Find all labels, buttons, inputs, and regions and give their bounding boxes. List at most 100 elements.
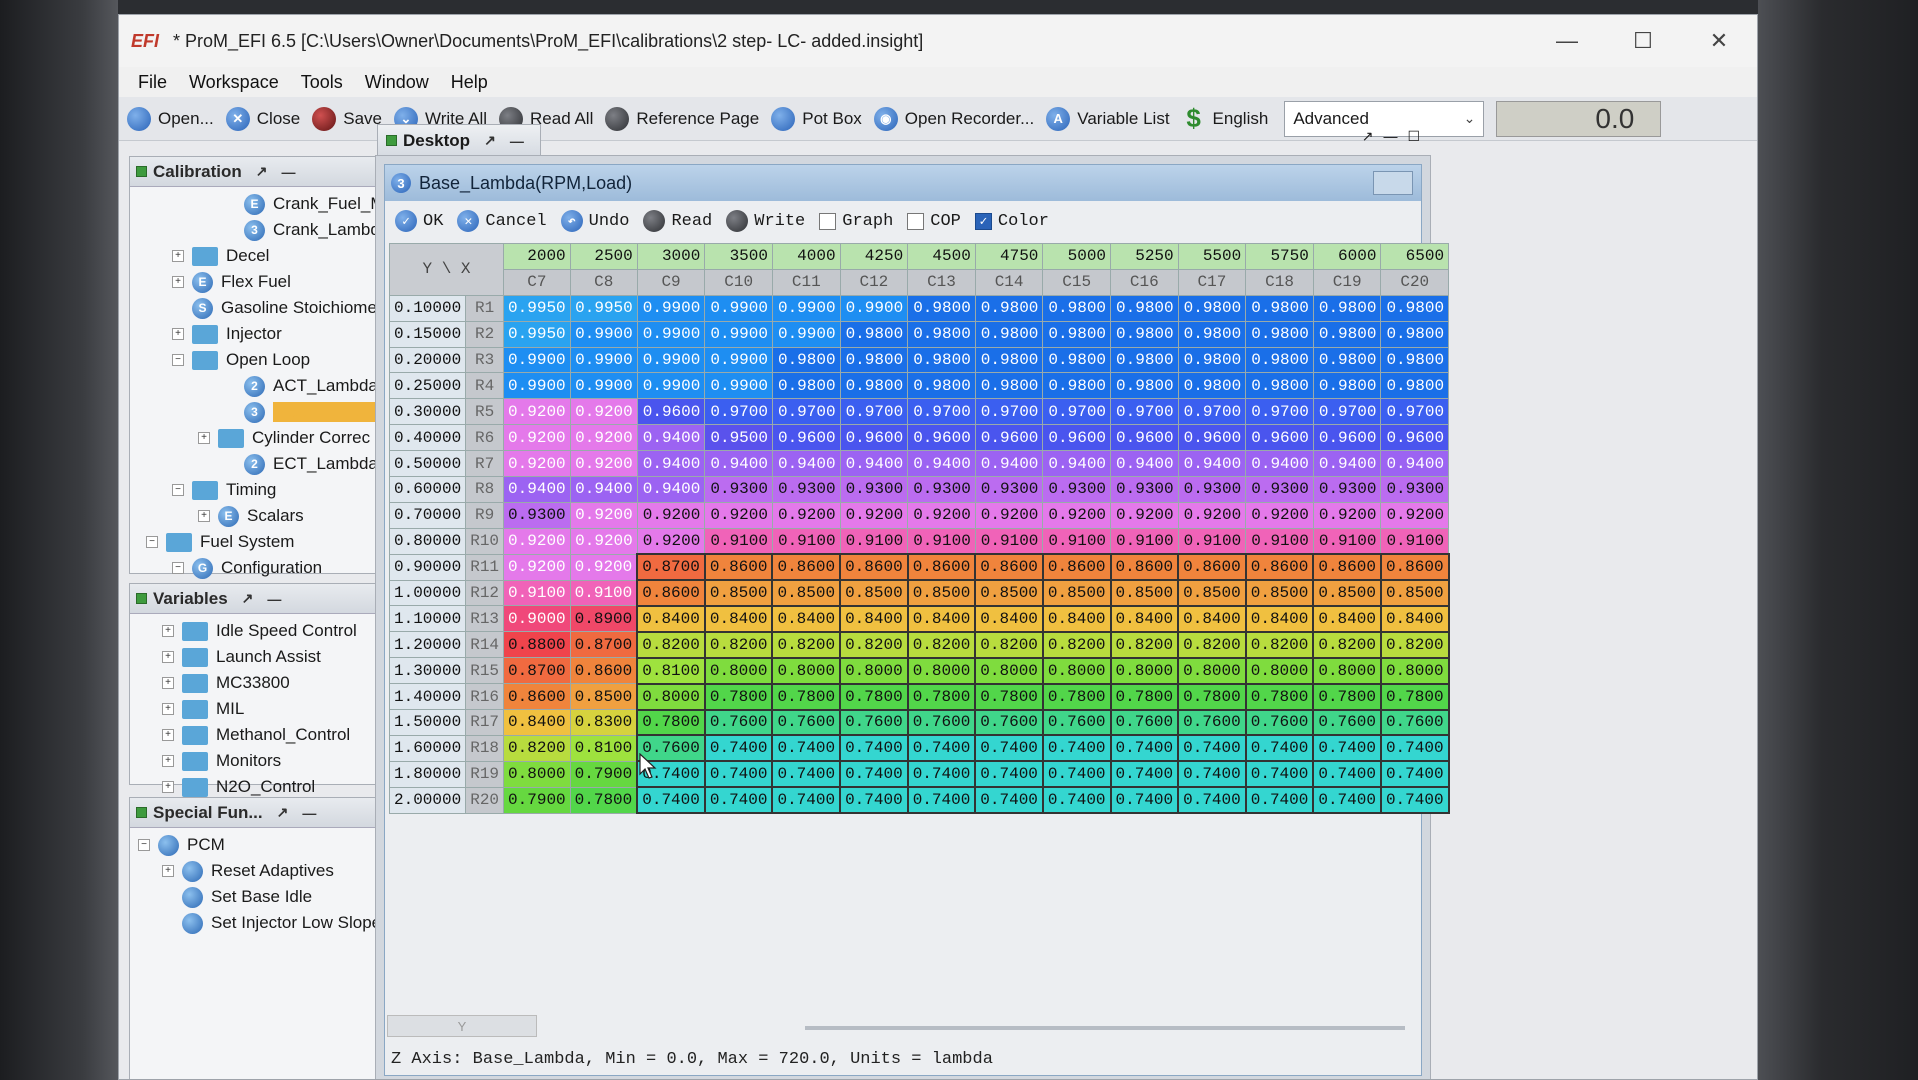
row-header-load[interactable]: 1.40000 — [388, 683, 467, 711]
table-cell[interactable]: 0.7800 — [839, 682, 909, 711]
table-cell[interactable]: 0.7400 — [771, 760, 842, 789]
row-header-load[interactable]: 0.60000 — [388, 476, 467, 503]
table-cell[interactable]: 0.9300 — [907, 476, 976, 503]
minimize-button[interactable]: — — [1529, 15, 1605, 67]
table-cell[interactable]: 0.9600 — [1177, 424, 1247, 452]
row-header-load[interactable]: 1.80000 — [388, 760, 467, 788]
column-header-rpm[interactable]: 3000 — [636, 243, 706, 270]
table-cell[interactable]: 0.9300 — [1042, 476, 1112, 503]
table-cell[interactable]: 0.8400 — [1109, 604, 1180, 633]
table-cell[interactable]: 0.7400 — [636, 786, 706, 815]
table-cell[interactable]: 0.9800 — [974, 320, 1044, 348]
collapse-icon[interactable]: — — [267, 591, 281, 607]
table-cell[interactable]: 0.8200 — [1379, 630, 1450, 659]
table-cell[interactable]: 0.8100 — [569, 734, 638, 762]
expand-icon[interactable]: + — [162, 865, 174, 877]
table-cell[interactable]: 0.8500 — [1312, 579, 1382, 607]
table-cell[interactable]: 0.9900 — [503, 346, 571, 374]
table-cell[interactable]: 0.9900 — [636, 346, 706, 374]
table-cell[interactable]: 0.9800 — [974, 372, 1044, 400]
row-header-load[interactable]: 1.20000 — [388, 631, 467, 659]
table-cell[interactable]: 0.7400 — [1177, 734, 1247, 763]
ok-button[interactable]: ✓ OK — [395, 210, 443, 232]
row-header-load[interactable]: 0.90000 — [388, 553, 467, 581]
table-cell[interactable]: 0.9400 — [569, 476, 638, 503]
table-cell[interactable]: 0.9900 — [569, 372, 638, 400]
table-cell[interactable]: 0.9200 — [1245, 501, 1314, 529]
table-cell[interactable]: 0.9600 — [974, 424, 1044, 452]
table-cell[interactable]: 0.7400 — [974, 786, 1044, 815]
table-cell[interactable]: 0.8200 — [1109, 630, 1180, 659]
table-cell[interactable]: 0.9400 — [974, 450, 1044, 478]
table-cell[interactable]: 0.9800 — [1312, 346, 1382, 374]
expand-icon[interactable]: − — [138, 839, 150, 851]
table-cell[interactable]: 0.9300 — [974, 476, 1044, 503]
collapse-icon[interactable]: — — [510, 133, 524, 149]
table-cell[interactable]: 0.8800 — [503, 631, 571, 659]
row-header-load[interactable]: 0.80000 — [388, 527, 467, 555]
menu-workspace[interactable]: Workspace — [178, 72, 290, 93]
table-cell[interactable]: 0.9900 — [704, 372, 773, 400]
expand-icon[interactable]: + — [162, 677, 174, 689]
table-cell[interactable]: 0.9400 — [1042, 450, 1112, 478]
table-cell[interactable]: 0.9900 — [636, 320, 706, 348]
table-cell[interactable]: 0.9200 — [569, 501, 638, 529]
row-header-load[interactable]: 0.70000 — [388, 501, 467, 529]
table-cell[interactable]: 0.8400 — [1177, 604, 1247, 633]
table-cell[interactable]: 0.8400 — [974, 604, 1044, 633]
pin-icon[interactable]: ↗ — [277, 804, 289, 821]
table-cell[interactable]: 0.9800 — [1245, 346, 1314, 374]
table-cell[interactable]: 0.9400 — [636, 476, 706, 503]
english-units-button[interactable]: $ English — [1182, 103, 1268, 133]
table-cell[interactable]: 0.7400 — [771, 786, 842, 815]
table-cell[interactable]: 0.9800 — [1245, 372, 1314, 400]
table-cell[interactable]: 0.9700 — [1312, 398, 1382, 426]
table-cell[interactable]: 0.8600 — [703, 553, 774, 582]
table-cell[interactable]: 0.7400 — [1379, 786, 1450, 815]
table-cell[interactable]: 0.7400 — [1244, 786, 1315, 815]
table-cell[interactable]: 0.9800 — [974, 346, 1044, 374]
table-cell[interactable]: 0.7400 — [906, 760, 977, 789]
table-cell[interactable]: 0.8600 — [503, 683, 571, 711]
expand-icon[interactable]: + — [172, 276, 184, 288]
table-cell[interactable]: 0.8400 — [1244, 604, 1315, 633]
table-cell[interactable]: 0.8000 — [1177, 656, 1247, 685]
table-cell[interactable]: 0.8400 — [503, 709, 571, 736]
maximize-button[interactable]: ☐ — [1605, 15, 1681, 67]
table-cell[interactable]: 0.9100 — [839, 527, 909, 555]
table-cell[interactable]: 0.7400 — [1177, 760, 1247, 789]
table-cell[interactable]: 0.9100 — [1245, 527, 1314, 555]
table-cell[interactable]: 0.7600 — [1109, 708, 1180, 737]
expand-icon[interactable]: + — [172, 250, 184, 262]
undo-button[interactable]: ↶ Undo — [560, 210, 629, 232]
variable-list-button[interactable]: A Variable List — [1046, 106, 1170, 131]
table-cell[interactable]: 0.8000 — [1109, 656, 1180, 685]
table-cell[interactable]: 0.7800 — [906, 682, 977, 711]
table-cell[interactable]: 0.9900 — [704, 320, 773, 348]
table-cell[interactable]: 0.7400 — [1379, 734, 1450, 763]
table-cell[interactable]: 0.9950 — [569, 294, 638, 322]
table-cell[interactable]: 0.7400 — [1312, 786, 1382, 815]
row-header-load[interactable]: 0.40000 — [388, 424, 467, 452]
table-cell[interactable]: 0.9100 — [974, 527, 1044, 555]
table-cell[interactable]: 0.9700 — [907, 398, 976, 426]
table-cell[interactable]: 0.8500 — [974, 579, 1044, 607]
table-cell[interactable]: 0.9600 — [1245, 424, 1314, 452]
table-cell[interactable]: 0.9200 — [503, 553, 571, 581]
row-header-load[interactable]: 0.25000 — [388, 372, 467, 400]
table-cell[interactable]: 0.9700 — [704, 398, 773, 426]
table-cell[interactable]: 0.9400 — [771, 450, 841, 478]
table-cell[interactable]: 0.8600 — [839, 553, 909, 582]
table-cell[interactable]: 0.9800 — [771, 346, 841, 374]
table-cell[interactable]: 0.9900 — [771, 294, 841, 322]
cop-checkbox[interactable]: COP — [907, 212, 961, 231]
table-cell[interactable]: 0.8700 — [569, 631, 638, 659]
table-cell[interactable]: 0.8200 — [1244, 630, 1315, 659]
maximize-panel-icon[interactable]: ☐ — [1407, 128, 1420, 145]
table-cell[interactable]: 0.8200 — [771, 630, 842, 659]
column-header-rpm[interactable]: 5250 — [1110, 243, 1179, 270]
pin-icon[interactable]: ↗ — [242, 590, 254, 607]
table-cell[interactable]: 0.9200 — [503, 450, 571, 478]
menu-help[interactable]: Help — [440, 72, 499, 93]
table-cell[interactable]: 0.9300 — [503, 501, 571, 529]
